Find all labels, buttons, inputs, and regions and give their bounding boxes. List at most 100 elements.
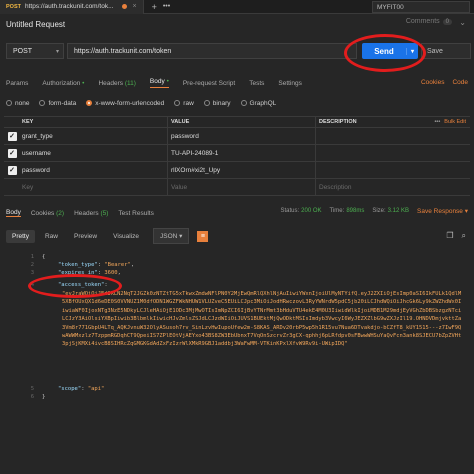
tab-method: POST [6,3,21,10]
save-button[interactable]: Save [421,43,471,59]
param-description[interactable] [316,128,470,144]
resp-tab-headers-label: Headers [74,209,99,217]
wrap-lines-icon[interactable]: ≡ [197,230,209,242]
resp-tab-headers[interactable]: Headers (5) [74,210,108,217]
request-title-bar: Untitled Request Comments 0 ⌄ [0,14,474,34]
request-tabs: Params Authorization • Headers (11) Body… [0,76,474,90]
param-key[interactable]: password [20,162,168,178]
radio-selected-icon [86,100,93,106]
description-placeholder[interactable]: Description [316,179,470,195]
more-icon[interactable]: ••• [435,119,441,125]
code-line: "access_token": [58,282,108,288]
column-description: DESCRIPTION ••• Bulk Edit [316,117,470,127]
json-string: "Bearer" [104,262,131,268]
code-line: { [42,254,46,260]
checkbox-checked-icon[interactable]: ✓ [7,165,17,175]
param-key[interactable]: grant_type [20,128,168,144]
format-actions: ❐ ⌕ [446,231,466,241]
tab-settings[interactable]: Settings [278,80,302,87]
radio-form-data[interactable]: form-data [39,100,76,107]
chevron-down-icon[interactable]: ▾ [406,47,418,55]
tab-authorization[interactable]: Authorization • [42,80,84,87]
tab-pre-request-script[interactable]: Pre-request Script [183,80,235,87]
format-type-select[interactable]: JSON ▾ [153,228,190,244]
table-row: ✓ password rllXOrn#xi2t_Upy [4,162,470,179]
response-body[interactable]: 1 { 2 "token_type": "Bearer", 3 "expires… [0,250,474,474]
radio-label: binary [212,99,231,107]
radio-icon [240,100,247,106]
tab-url: https://auth.trackunit.com/tok... [24,3,114,10]
param-description[interactable] [316,145,470,161]
environment-select[interactable]: MYFIT00 [372,1,470,13]
radio-urlencoded[interactable]: x-www-form-urlencoded [86,100,164,107]
param-value[interactable]: TU-API-24089-1 [168,145,316,161]
json-key: "token_type" [58,262,98,268]
column-description-label: DESCRIPTION [319,119,357,125]
radio-label: raw [183,99,194,107]
radio-icon [203,100,210,106]
code-link[interactable]: Code [452,79,468,86]
tab-params[interactable]: Params [6,80,28,87]
format-visualize[interactable]: Visualize [107,230,145,243]
params-table: KEY VALUE DESCRIPTION ••• Bulk Edit ✓ gr… [4,116,470,196]
bulk-edit-link[interactable]: Bulk Edit [444,119,466,125]
line-number: 6 [30,394,34,400]
search-icon[interactable]: ⌕ [462,231,466,241]
table-header: KEY VALUE DESCRIPTION ••• Bulk Edit [4,116,470,128]
close-icon[interactable]: × [133,3,137,10]
key-placeholder[interactable]: Key [20,179,168,195]
checkbox-checked-icon[interactable]: ✓ [7,131,17,141]
tab-headers[interactable]: Headers (11) [98,80,135,87]
format-pretty[interactable]: Pretty [6,229,35,243]
radio-raw[interactable]: raw [174,99,194,107]
more-icon[interactable]: ••• [163,3,170,10]
unsaved-dot-icon [121,4,127,9]
checkbox-checked-icon[interactable]: ✓ [7,148,17,158]
resp-tab-body[interactable]: Body [6,209,21,217]
radio-icon [39,100,46,106]
tab-body[interactable]: Body • [149,78,169,88]
radio-graphql[interactable]: GraphQL [240,100,276,107]
line-number: 1 [30,254,34,260]
json-string: "api" [87,386,105,392]
save-response-button[interactable]: Save Response ▾ [417,207,468,215]
radio-binary[interactable]: binary [203,99,231,107]
radio-none[interactable]: none [6,100,29,107]
format-type-label: JSON [160,233,178,240]
cookies-link[interactable]: Cookies [421,79,444,86]
copy-icon[interactable]: ❐ [446,231,453,241]
param-key[interactable]: username [20,145,168,161]
chevron-down-icon[interactable]: ⌄ [459,18,466,27]
body-type-selector: none form-data x-www-form-urlencoded raw… [0,97,474,109]
time-label: Time: [329,208,345,214]
time-value: 898ms [346,208,365,214]
url-input[interactable]: https://auth.trackunit.com/token [67,43,357,59]
param-description[interactable] [316,162,470,178]
resp-tab-cookies[interactable]: Cookies (2) [31,210,64,217]
format-preview[interactable]: Preview [68,230,103,243]
code-line: } [42,394,46,400]
comments-button[interactable]: Comments 0 [406,18,452,25]
radio-icon [174,100,181,106]
param-value[interactable]: rllXOrn#xi2t_Upy [168,162,316,178]
json-number: 3600 [104,270,118,276]
method-select[interactable]: POST ▾ [6,43,64,59]
send-button[interactable]: Send ▾ [362,43,418,59]
chevron-down-icon: ▾ [55,48,59,55]
status-label: Status: [280,208,300,214]
request-tab[interactable]: POST https://auth.trackunit.com/tok... × [0,0,144,14]
tab-headers-label: Headers [98,79,124,87]
request-tab-links: Cookies Code [421,79,468,86]
resp-tab-test-results[interactable]: Test Results [118,210,153,217]
radio-label: form-data [48,99,77,107]
code-line: "scope": "api" [58,386,105,392]
format-raw[interactable]: Raw [39,230,64,243]
add-tab-icon[interactable]: + [152,2,157,12]
tab-authorization-indicator: • [82,79,85,87]
param-value[interactable]: password [168,128,316,144]
request-title[interactable]: Untitled Request [6,20,65,29]
tab-tests[interactable]: Tests [249,80,264,87]
radio-label: none [15,99,30,107]
size-label: Size: [372,208,386,214]
value-placeholder[interactable]: Value [168,179,316,195]
